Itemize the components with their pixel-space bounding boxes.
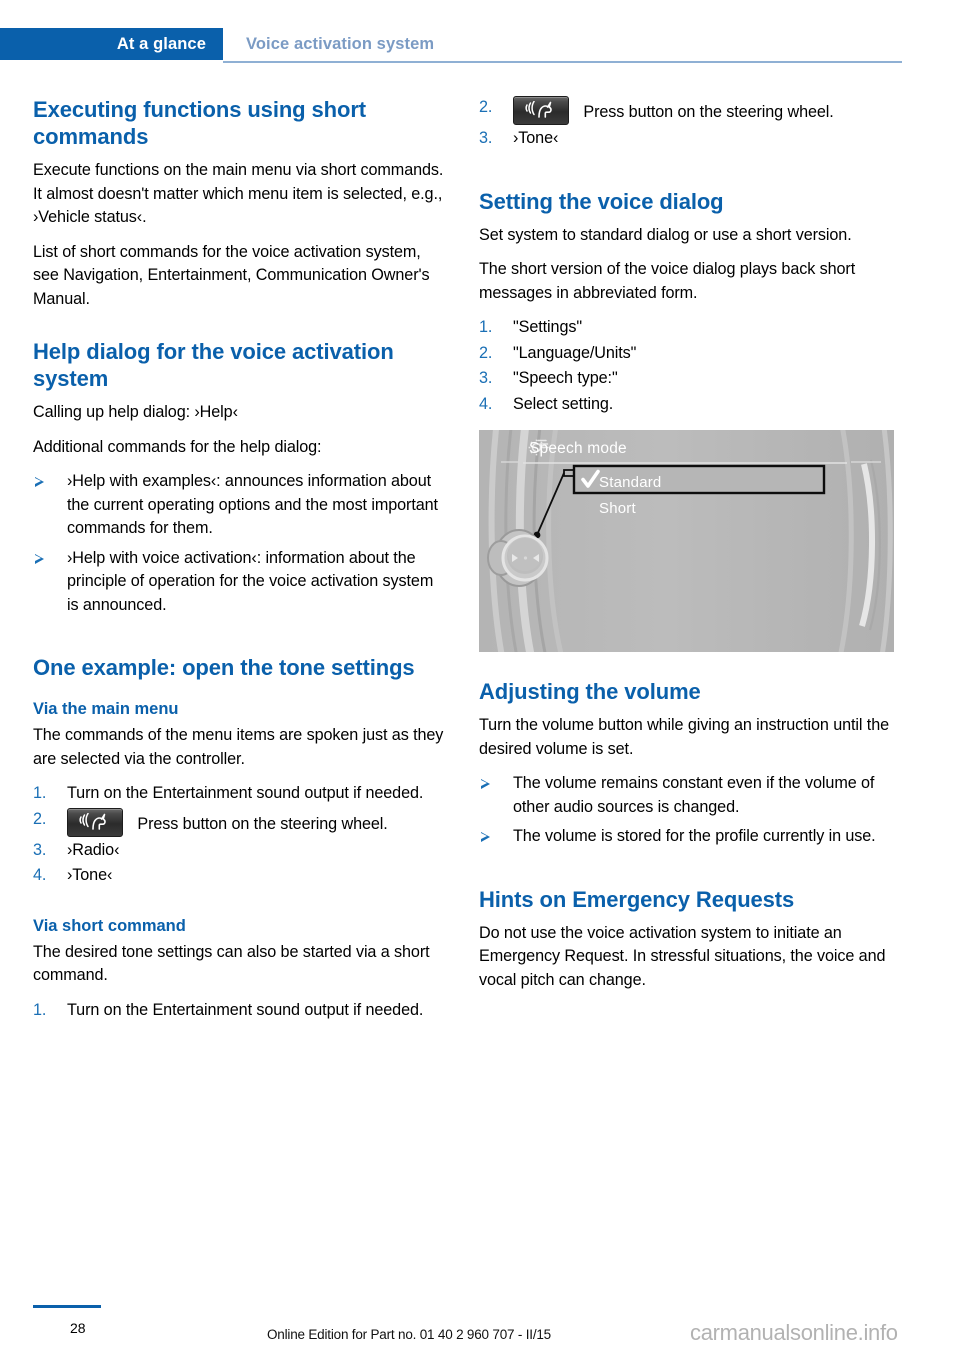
section-title-executing-functions: Executing functions using short commands [33, 97, 367, 149]
page-number: 28 [70, 1320, 86, 1336]
section-title-setting-voice-dialog: Setting the voice dialog [479, 188, 724, 214]
list-item-label: ›Help with examples‹: announces informat… [67, 472, 438, 537]
voice-button-icon [513, 96, 569, 125]
step-number: 1. [479, 318, 493, 336]
header-divider [223, 61, 902, 63]
step-label: Press button on the steering wheel. [583, 103, 834, 121]
page-header: At a glance Voice activation system [0, 28, 960, 60]
right-column: 2. Press button on the steering wheel. 3… [479, 96, 894, 1003]
left-column: Executing functions using short commands… [33, 96, 448, 1033]
figure-title: Speech mode [529, 440, 627, 457]
section-title-help-dialog: Help dialog for the voice activation sys… [33, 339, 394, 391]
figure-option-short[interactable]: Short [599, 500, 636, 517]
step-label: ›Radio‹ [67, 840, 120, 859]
step-label: Turn on the Entertainment sound output i… [67, 784, 424, 802]
list-item: 3. ›Tone‹ [479, 127, 894, 151]
help-dialog-bullet-list: ›Help with examples‹: announces informat… [33, 470, 448, 617]
list-item: 2. "Language/Units" [479, 342, 894, 366]
triangle-bullet-icon [35, 553, 44, 564]
section-title-hints-emergency-requests: Hints on Emergency Requests [479, 886, 795, 912]
step-label: "Settings" [513, 318, 582, 336]
list-item-label: ›Help with voice activation‹: informatio… [67, 548, 434, 614]
list-item: 3. "Speech type:" [479, 367, 894, 391]
footer-divider [33, 1305, 101, 1308]
short-command-step-list: 1. Turn on the Entertainment sound outpu… [33, 999, 448, 1023]
step-label: ›Tone‹ [513, 129, 559, 147]
list-item: 2. Press button on the steering wheel. [33, 807, 448, 837]
paragraph-desired-tone-settings: The desired tone settings can also be st… [33, 942, 430, 985]
paragraph-turn-volume-button: Turn the volume button while giving an i… [479, 716, 890, 758]
list-item: 1. Turn on the Entertainment sound outpu… [33, 782, 448, 806]
voice-button-icon [67, 807, 123, 837]
watermark: carmanualsonline.info [690, 1320, 898, 1345]
main-menu-step-list: 1. Turn on the Entertainment sound outpu… [33, 782, 448, 888]
speech-mode-display-figure: Speech mode Standard Short [479, 430, 894, 652]
header-tab-at-a-glance[interactable]: At a glance [0, 28, 223, 60]
step-label: Turn on the Entertainment sound output i… [67, 1000, 424, 1019]
step-number: 4. [33, 866, 47, 884]
step-label: Press button on the steering wheel. [137, 814, 388, 833]
subsection-title-via-main-menu: Via the main menu [33, 700, 179, 718]
step-number: 2. [33, 809, 47, 828]
triangle-bullet-icon [481, 779, 490, 789]
step-number: 2. [479, 98, 493, 116]
step-number: 4. [479, 394, 493, 413]
paragraph-additional-commands: Additional commands for the help dialog: [33, 437, 322, 456]
footer-edition-text: Online Edition for Part no. 01 40 2 960 … [267, 1327, 551, 1342]
step-number: 3. [33, 840, 47, 859]
paragraph-short-version-plays-back: The short version of the voice dialog pl… [479, 260, 856, 302]
paragraph-calling-up-help-dialog: Calling up help dialog: ›Help‹ [33, 403, 238, 421]
step-label: ›Tone‹ [67, 866, 113, 884]
volume-bullet-list: The volume remains constant even if the … [479, 772, 894, 849]
list-item: 4. Select setting. [479, 393, 894, 417]
triangle-bullet-icon [35, 477, 44, 487]
step-number: 3. [479, 129, 493, 147]
continued-step-list: 2. Press button on the steering wheel. 3… [479, 96, 894, 151]
list-item: 2. Press button on the steering wheel. [479, 96, 894, 125]
paragraph-set-system-standard-dialog: Set system to standard dialog or use a s… [479, 225, 852, 244]
list-item: 4. ›Tone‹ [33, 864, 448, 888]
subsection-title-via-short-command: Via short command [33, 916, 186, 935]
header-tab-voice-activation-system[interactable]: Voice activation system [246, 28, 434, 60]
list-item: ›Help with voice activation‹: informatio… [33, 547, 448, 618]
paragraph-commands-spoken: The commands of the menu items are spoke… [33, 726, 444, 768]
paragraph-do-not-use-voice-activation: Do not use the voice activation system t… [479, 923, 886, 989]
paragraph-short-commands-list: List of short commands for the voice act… [33, 242, 430, 308]
step-label: "Speech type:" [513, 369, 618, 387]
list-item: ›Help with examples‹: announces informat… [33, 470, 448, 541]
step-label: "Language/Units" [513, 343, 637, 362]
triangle-bullet-icon [481, 832, 490, 842]
list-item-label: The volume remains constant even if the … [513, 774, 875, 816]
list-item: 1. Turn on the Entertainment sound outpu… [33, 999, 448, 1023]
step-number: 2. [479, 343, 493, 362]
list-item: The volume is stored for the profile cur… [479, 825, 894, 849]
voice-dialog-step-list: 1. "Settings" 2. "Language/Units" 3. "Sp… [479, 316, 894, 416]
paragraph-execute-functions: Execute functions on the main menu via s… [33, 161, 444, 226]
step-number: 3. [479, 369, 493, 387]
section-title-one-example-tone-settings: One example: open the tone settings [33, 655, 415, 680]
list-item: 1. "Settings" [479, 316, 894, 340]
list-item-label: The volume is stored for the profile cur… [513, 827, 876, 845]
list-item: The volume remains constant even if the … [479, 772, 894, 819]
step-number: 1. [33, 784, 47, 802]
list-item: 3. ›Radio‹ [33, 839, 448, 863]
section-title-adjusting-volume: Adjusting the volume [479, 679, 701, 704]
step-label: Select setting. [513, 394, 614, 413]
step-number: 1. [33, 1000, 47, 1019]
figure-option-standard[interactable]: Standard [599, 474, 661, 491]
